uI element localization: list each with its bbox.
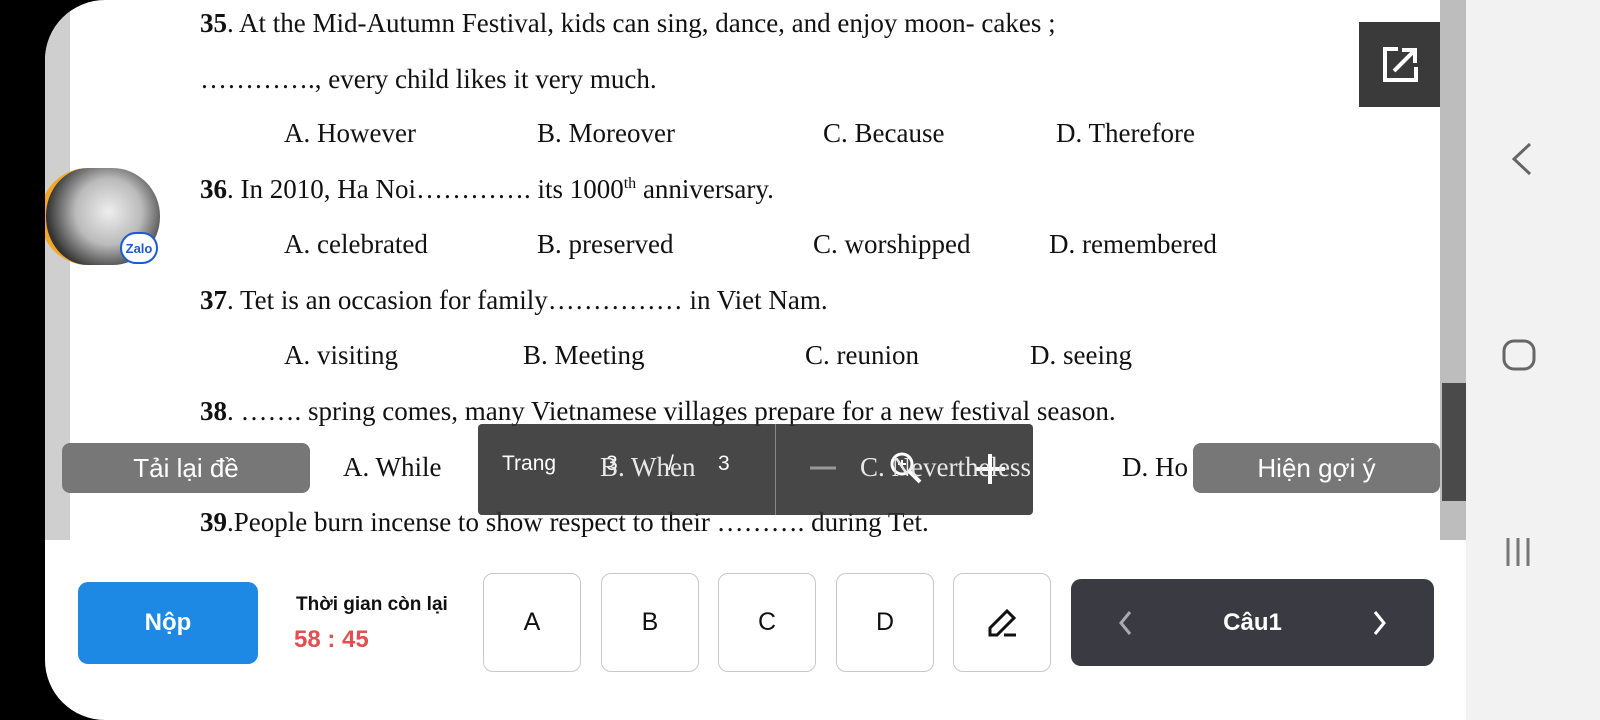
option[interactable]: A. visiting (284, 340, 398, 371)
page-label: Trang (502, 452, 557, 475)
question-35-line2: …………., every child likes it very much. (200, 64, 657, 94)
external-link-icon (1382, 46, 1418, 82)
option[interactable]: C. worshipped (813, 229, 971, 260)
option[interactable]: B. Moreover (537, 118, 675, 149)
answer-a-button[interactable]: A (483, 573, 581, 672)
option[interactable]: D. remembered (1049, 229, 1217, 260)
answer-d-button[interactable]: D (836, 573, 934, 672)
page-total: 3 (718, 452, 730, 475)
question-37: 37. Tet is an occasion for family…………… i… (200, 285, 828, 315)
system-navigation-bar (1466, 0, 1600, 720)
option[interactable]: C. Nevertheless (860, 452, 1031, 483)
screen: 35. At the Mid-Autumn Festival, kids can… (45, 0, 1466, 720)
answer-c-button[interactable]: C (718, 573, 816, 672)
question-35: 35. At the Mid-Autumn Festival, kids can… (200, 8, 1056, 38)
option[interactable]: D. seeing (1030, 340, 1132, 371)
option[interactable]: A. celebrated (284, 229, 428, 260)
option[interactable]: D. Ho (1122, 452, 1188, 483)
show-hint-button[interactable]: Hiện gợi ý (1193, 443, 1440, 493)
recent-apps-icon[interactable] (1503, 535, 1533, 569)
home-icon[interactable] (1501, 338, 1537, 372)
submit-button[interactable]: Nộp (78, 582, 258, 664)
reload-test-button[interactable]: Tải lại đề (62, 443, 310, 493)
option[interactable]: A. While (343, 452, 441, 483)
current-question-label: Câu1 (1223, 608, 1282, 636)
option[interactable]: C. reunion (805, 340, 919, 371)
option[interactable]: B. preserved (537, 229, 673, 260)
draw-button[interactable] (953, 573, 1051, 672)
answer-b-button[interactable]: B (601, 573, 699, 672)
question-36: 36. In 2010, Ha Noi…………. its 1000th anni… (200, 174, 774, 204)
question-38: 38. ……. spring comes, many Vietnamese vi… (200, 396, 1116, 426)
option[interactable]: D. Therefore (1056, 118, 1195, 149)
option[interactable]: A. However (284, 118, 416, 149)
chevron-left-icon[interactable] (1116, 609, 1136, 637)
timer-label: Thời gian còn lại (296, 594, 448, 615)
option[interactable]: B. Meeting (523, 340, 645, 371)
scrollbar-thumb[interactable] (1442, 383, 1466, 501)
chevron-right-icon[interactable] (1369, 609, 1389, 637)
question-navigator: Câu1 (1071, 579, 1434, 666)
zoom-out-icon[interactable] (808, 456, 838, 480)
option[interactable]: C. Because (823, 118, 944, 149)
divider (775, 424, 776, 515)
timer-value: 58 : 45 (294, 626, 369, 653)
option[interactable]: B. When (600, 452, 696, 483)
pencil-icon (988, 608, 1017, 636)
back-icon[interactable] (1506, 140, 1536, 178)
zalo-logo: Zalo (120, 232, 158, 264)
open-external-button[interactable] (1359, 22, 1440, 107)
